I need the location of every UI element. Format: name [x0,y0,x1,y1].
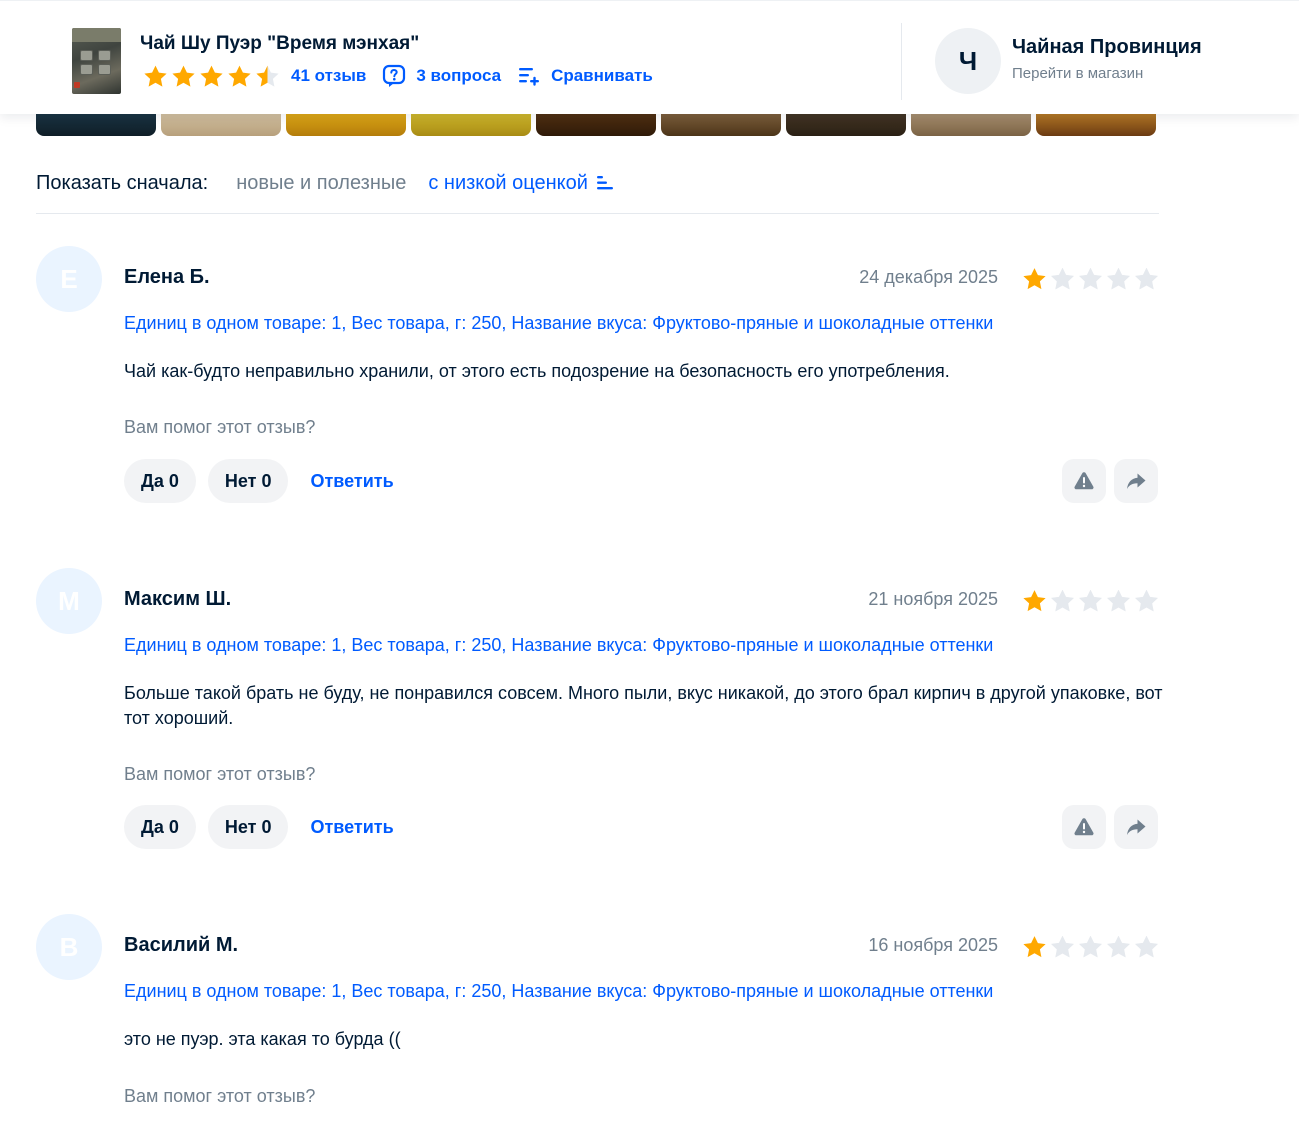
questions-link[interactable]: 3 вопроса [382,64,501,88]
shop-avatar[interactable]: Ч [935,28,1001,94]
sort-label: Показать сначала: [36,171,209,194]
review-rating-stars [1021,266,1160,292]
review-variant-link[interactable]: Единиц в одном товаре: 1, Вес товара, г:… [124,981,993,1002]
complain-button[interactable] [1062,805,1106,849]
go-to-shop-link[interactable]: Перейти в магазин [1012,65,1143,82]
star-filled-icon [198,64,225,89]
sort-lines-icon [596,176,613,190]
review-date: 16 ноября 2025 [868,935,998,955]
complain-button[interactable] [1062,459,1106,503]
package-label [72,28,121,42]
header-divider [901,23,902,100]
reviewer-name: Елена Б. [124,266,210,288]
product-rating-row: 41 отзыв 3 вопроса Сравнивать [142,63,653,89]
star-empty-icon [1049,588,1076,614]
helpful-yes-button[interactable]: Да 0 [124,805,196,849]
star-empty-icon [1049,266,1076,292]
star-filled-icon [1021,266,1048,292]
star-empty-icon [1133,588,1160,614]
review-rating-stars [1021,934,1160,960]
sort-option-low-rating[interactable]: с низкой оценкой [428,172,614,195]
question-bubble-icon [383,64,406,87]
sticky-product-header: Чай Шу Пуэр "Время мэнхая" 41 отзыв 3 во… [0,0,1299,114]
review-text: это не пуэр. эта какая то бурда (( [124,1029,401,1049]
star-empty-icon [1105,934,1132,960]
review-actions: Да 0 Нет 0 Ответить [124,459,394,503]
reviewer-name: Василий М. [124,934,239,956]
product-rating-stars [142,64,281,89]
compare-label: Сравнивать [551,66,653,85]
reviewer-avatar: М [36,568,102,634]
product-thumbnail[interactable] [72,28,121,94]
review-date: 24 декабря 2025 [859,267,998,287]
tea-tile [80,64,93,75]
tea-tile [98,50,111,61]
sort-option-low-rating-label: с низкой оценкой [428,171,588,194]
product-title: Чай Шу Пуэр "Время мэнхая" [140,33,420,54]
star-filled-icon [142,64,169,89]
star-empty-icon [1105,266,1132,292]
warning-triangle-icon [1074,818,1094,836]
sort-row: Показать сначала: новые и полезные с низ… [36,168,614,198]
compare-list-icon [519,68,540,86]
reply-button[interactable]: Ответить [310,471,393,492]
star-empty-icon [1133,266,1160,292]
star-half-icon [254,64,281,89]
share-arrow-icon [1127,473,1146,489]
star-empty-icon [1077,588,1104,614]
star-empty-icon [1133,934,1160,960]
review-actions: Да 0 Нет 0 Ответить [124,805,394,849]
sort-option-new-useful[interactable]: новые и полезные [236,172,406,195]
review-variant-link[interactable]: Единиц в одном товаре: 1, Вес товара, г:… [124,313,993,334]
sort-divider [36,213,1159,214]
reviewer-name: Максим Ш. [124,588,232,610]
reviews-count-link[interactable]: 41 отзыв [291,66,366,86]
reply-button[interactable]: Ответить [310,817,393,838]
tea-tile [80,50,93,61]
share-arrow-icon [1127,819,1146,835]
compare-link[interactable]: Сравнивать [517,64,653,88]
star-filled-icon [1021,934,1048,960]
helpful-no-button[interactable]: Нет 0 [207,459,289,503]
share-button[interactable] [1114,805,1158,849]
review-variant-link[interactable]: Единиц в одном товаре: 1, Вес товара, г:… [124,635,993,656]
review-text: Больше такой брать не буду, не понравилс… [124,683,1163,728]
tea-tile [98,64,111,75]
helpful-yes-button[interactable]: Да 0 [124,459,196,503]
warning-triangle-icon [1074,472,1094,490]
star-filled-icon [1021,588,1048,614]
package-mark [74,82,80,88]
helpful-prompt: Вам помог этот отзыв? [124,1086,316,1106]
star-filled-icon [170,64,197,89]
reviewer-avatar: В [36,914,102,980]
questions-count: 3 вопроса [416,66,502,85]
star-empty-icon [1105,588,1132,614]
share-button[interactable] [1114,459,1158,503]
helpful-prompt: Вам помог этот отзыв? [124,417,316,437]
star-empty-icon [1077,266,1104,292]
helpful-prompt: Вам помог этот отзыв? [124,764,316,784]
reviewer-avatar: Е [36,246,102,312]
review-date: 21 ноября 2025 [868,589,998,609]
review-text: Чай как-будто неправильно хранили, от эт… [124,361,950,381]
helpful-no-button[interactable]: Нет 0 [207,805,289,849]
star-filled-icon [226,64,253,89]
shop-name[interactable]: Чайная Провинция [1012,36,1202,59]
star-empty-icon [1049,934,1076,960]
review-rating-stars [1021,588,1160,614]
star-empty-icon [1077,934,1104,960]
